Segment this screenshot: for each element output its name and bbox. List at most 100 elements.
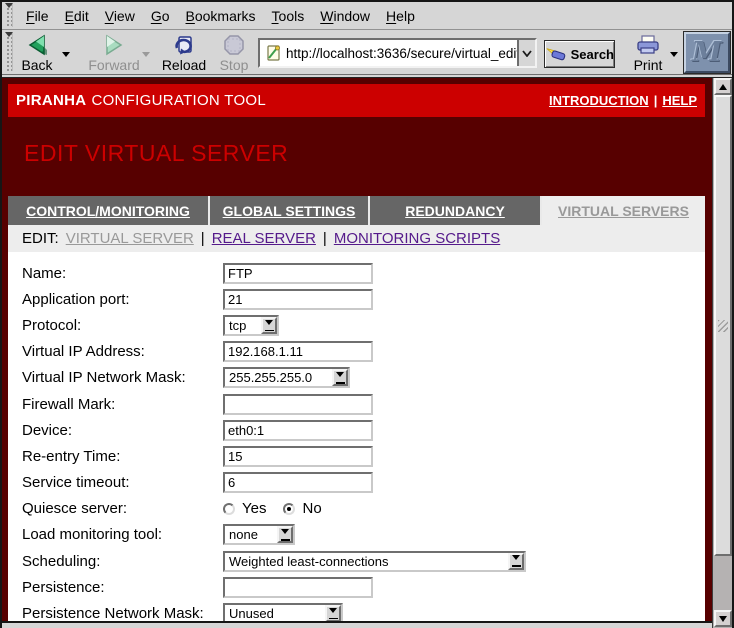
menu-window[interactable]: Window <box>312 8 378 24</box>
scroll-up-button[interactable] <box>714 78 732 95</box>
scroll-down-button[interactable] <box>714 610 732 627</box>
toolbar-grippy[interactable] <box>5 33 13 71</box>
menu-edit[interactable]: Edit <box>57 8 97 24</box>
quiesce-radio-group: Yes No <box>223 500 332 517</box>
form-row: Device: <box>22 417 705 443</box>
form-row: Load monitoring tool: none <box>22 522 705 548</box>
menu-help[interactable]: Help <box>378 8 423 24</box>
form-row: Re-entry Time: <box>22 443 705 469</box>
scheduling-label: Scheduling: <box>22 553 223 570</box>
dropdown-arrow-icon <box>325 605 341 621</box>
print-icon <box>635 34 661 56</box>
arrow-down-icon <box>719 616 727 626</box>
form-row: Persistence Network Mask: Unused <box>22 600 705 621</box>
menu-go[interactable]: Go <box>143 8 178 24</box>
dropdown-arrow-icon <box>508 553 524 570</box>
dropdown-arrow-icon <box>332 369 348 386</box>
tab-control-monitoring[interactable]: CONTROL/MONITORING <box>8 196 210 225</box>
print-button[interactable]: Print <box>628 32 668 73</box>
back-button[interactable]: Back <box>14 32 60 73</box>
url-input[interactable] <box>286 40 517 66</box>
url-dropdown-arrow[interactable] <box>517 40 535 66</box>
introduction-link[interactable]: INTRODUCTION <box>549 93 649 108</box>
logo-letter: M <box>692 37 722 68</box>
main-tab-bar: CONTROL/MONITORING GLOBAL SETTINGS REDUN… <box>8 196 705 225</box>
form-row: Persistence: <box>22 574 705 600</box>
print-options-arrow[interactable] <box>670 52 678 61</box>
mozilla-logo-throbber[interactable]: M <box>684 32 730 73</box>
subnav-prefix: EDIT: <box>22 230 59 247</box>
virtual-server-form: Name: Application port: Protocol: tcp Vi… <box>8 252 705 621</box>
back-icon <box>24 34 50 56</box>
virtual-ip-mask-label: Virtual IP Network Mask: <box>22 369 223 386</box>
quiesce-no-radio[interactable] <box>283 503 295 515</box>
forward-history-arrow <box>142 52 150 61</box>
persistence-label: Persistence: <box>22 579 223 596</box>
subnav-separator: | <box>323 230 327 247</box>
virtual-ip-field[interactable] <box>223 341 373 362</box>
reload-icon <box>172 34 196 56</box>
forward-button[interactable]: Forward <box>86 32 142 73</box>
tab-virtual-servers[interactable]: VIRTUAL SERVERS <box>542 196 705 225</box>
scheduling-select[interactable]: Weighted least-connections <box>223 551 526 572</box>
help-link[interactable]: HELP <box>662 93 697 108</box>
menu-file[interactable]: File <box>18 8 57 24</box>
quiesce-yes-radio[interactable] <box>223 503 235 515</box>
browser-window: File Edit View Go Bookmarks Tools Window… <box>0 0 734 628</box>
reentry-time-field[interactable] <box>223 446 373 467</box>
header-links: INTRODUCTION | HELP <box>549 93 697 108</box>
device-label: Device: <box>22 422 223 439</box>
search-button[interactable]: Search <box>544 40 615 68</box>
page-bookmark-icon <box>264 44 284 62</box>
brand-header-bar: PIRANHA CONFIGURATION TOOL INTRODUCTION … <box>8 84 705 117</box>
menu-bookmarks[interactable]: Bookmarks <box>178 8 264 24</box>
protocol-select[interactable]: tcp <box>223 315 279 336</box>
browser-content-area: PIRANHA CONFIGURATION TOOL INTRODUCTION … <box>2 77 732 628</box>
arrow-up-icon <box>719 80 727 90</box>
toolbar-grippy[interactable] <box>5 4 13 27</box>
service-timeout-field[interactable] <box>223 472 373 493</box>
brand-name: PIRANHA <box>16 92 86 109</box>
scrollbar-thumb[interactable] <box>714 95 732 556</box>
load-monitoring-label: Load monitoring tool: <box>22 526 223 543</box>
window-bottom-edge <box>2 621 712 628</box>
form-row: Virtual IP Address: <box>22 339 705 365</box>
edit-subnav: EDIT: VIRTUAL SERVER | REAL SERVER | MON… <box>8 225 705 252</box>
form-row: Name: <box>22 260 705 286</box>
vertical-scrollbar <box>712 78 732 628</box>
brand-subtitle: CONFIGURATION TOOL <box>91 92 266 109</box>
firewall-mark-field[interactable] <box>223 394 373 415</box>
form-row: Quiesce server: Yes No <box>22 496 705 522</box>
virtual-ip-mask-select[interactable]: 255.255.255.0 <box>223 367 350 388</box>
application-port-field[interactable] <box>223 289 373 310</box>
firewall-mark-label: Firewall Mark: <box>22 396 223 413</box>
chevron-down-icon <box>522 50 532 57</box>
menu-view[interactable]: View <box>97 8 143 24</box>
tab-redundancy[interactable]: REDUNDANCY <box>370 196 542 225</box>
subnav-virtual-server-link[interactable]: VIRTUAL SERVER <box>66 230 194 247</box>
device-field[interactable] <box>223 420 373 441</box>
persistence-field[interactable] <box>223 577 373 598</box>
stop-icon <box>223 34 245 56</box>
form-row: Firewall Mark: <box>22 391 705 417</box>
link-separator: | <box>654 93 658 108</box>
tab-global-settings[interactable]: GLOBAL SETTINGS <box>210 196 370 225</box>
form-row: Application port: <box>22 286 705 312</box>
search-flashlight-icon <box>545 46 567 63</box>
subnav-monitoring-scripts-link[interactable]: MONITORING SCRIPTS <box>334 230 500 247</box>
load-monitoring-select[interactable]: none <box>223 524 295 545</box>
persistence-mask-select[interactable]: Unused <box>223 603 343 621</box>
form-row: Scheduling: Weighted least-connections <box>22 548 705 574</box>
name-field[interactable] <box>223 263 373 284</box>
forward-icon <box>101 34 127 56</box>
subnav-real-server-link[interactable]: REAL SERVER <box>212 230 316 247</box>
menu-tools[interactable]: Tools <box>264 8 313 24</box>
dropdown-arrow-icon <box>277 526 293 543</box>
virtual-ip-label: Virtual IP Address: <box>22 343 223 360</box>
dropdown-arrow-icon <box>261 317 277 334</box>
service-timeout-label: Service timeout: <box>22 474 223 491</box>
form-row: Protocol: tcp <box>22 312 705 338</box>
reload-button[interactable]: Reload <box>158 32 210 73</box>
back-history-arrow[interactable] <box>62 52 70 61</box>
reentry-time-label: Re-entry Time: <box>22 448 223 465</box>
